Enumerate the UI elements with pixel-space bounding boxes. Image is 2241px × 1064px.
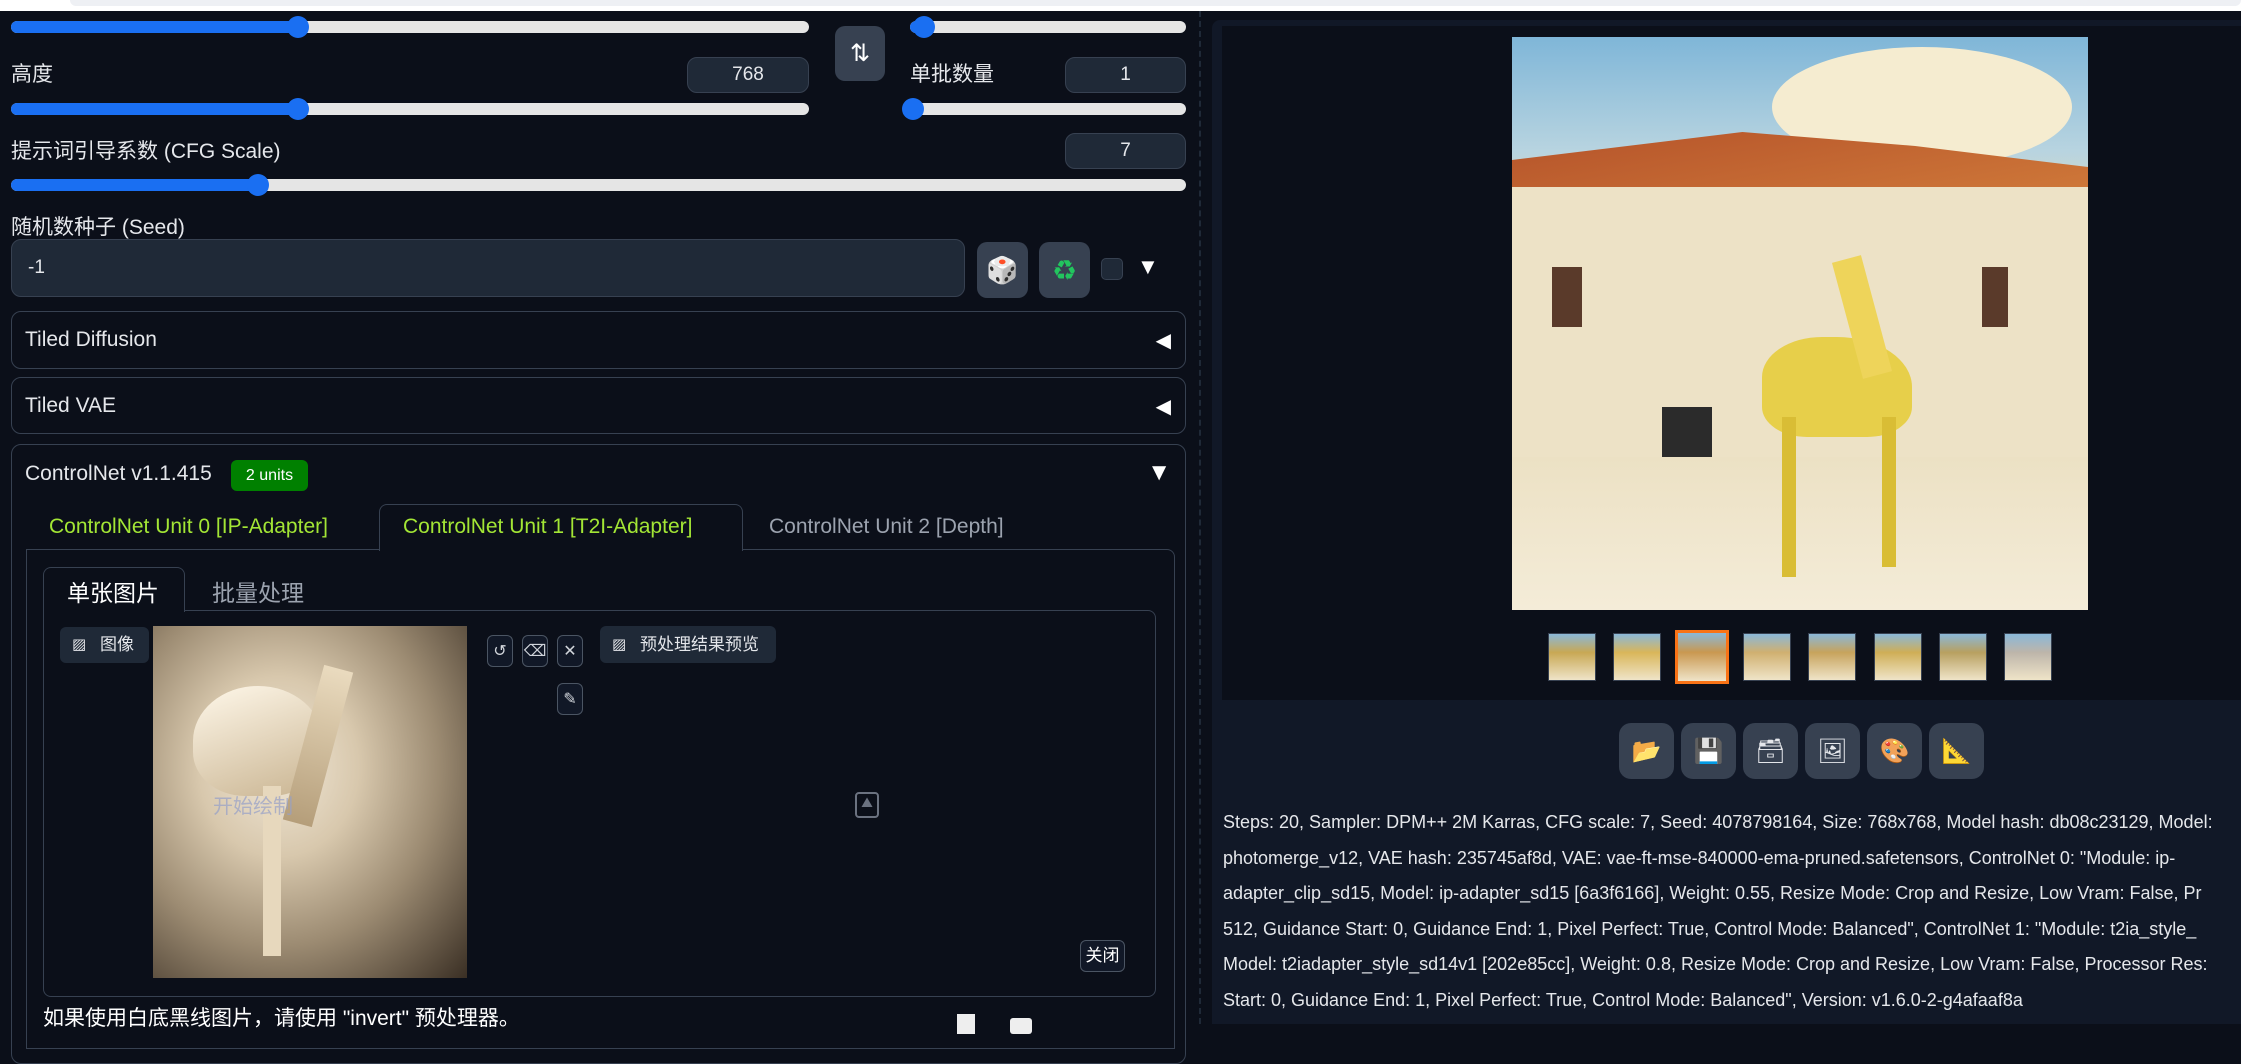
clear-button[interactable]: ✕: [557, 635, 583, 667]
image-button[interactable]: 🖼: [1805, 723, 1860, 779]
info-line: 512, Guidance Start: 0, Guidance End: 1,…: [1223, 918, 2197, 939]
accordion-title: Tiled VAE: [25, 394, 117, 417]
units-badge: 2 units: [231, 460, 308, 491]
eraser-button[interactable]: ⌫: [522, 635, 548, 667]
gallery-thumbnail[interactable]: [1938, 633, 1987, 681]
image-label-text: 图像: [100, 635, 134, 654]
collapse-arrow-icon: ◀: [1155, 330, 1171, 352]
slider-fill: [11, 21, 299, 33]
gallery-thumbnail[interactable]: [1548, 633, 1596, 681]
folder-button[interactable]: 📂: [1619, 723, 1674, 779]
preview-label: ▨ 预处理结果预览: [600, 626, 776, 663]
image-icon: ▨: [72, 636, 87, 653]
generation-info: Steps: 20, Sampler: DPM++ 2M Karras, CFG…: [1223, 805, 2241, 1018]
browser-top-strip: [0, 0, 2241, 11]
info-line: photomerge_v12, VAE hash: 235745af8d, VA…: [1223, 847, 2176, 868]
gallery-thumbnail[interactable]: [1873, 633, 1922, 681]
random-seed-button[interactable]: 🎲: [977, 242, 1028, 298]
slider-thumb[interactable]: [287, 98, 310, 120]
seed-label: 随机数种子 (Seed): [11, 216, 185, 239]
result-image[interactable]: [1512, 37, 2088, 610]
image-icon: 🖼: [1817, 737, 1848, 765]
extra-seed-toggle[interactable]: ▼: [1137, 254, 1159, 280]
extra-seed-checkbox[interactable]: [1101, 258, 1123, 280]
slider-thumb[interactable]: [246, 174, 269, 196]
zip-button[interactable]: 🗃: [1743, 723, 1798, 779]
tab-unit-2[interactable]: ControlNet Unit 2 [Depth]: [769, 515, 1004, 539]
reuse-seed-button[interactable]: ♻: [1039, 242, 1090, 298]
gallery-thumbnail[interactable]: [1743, 633, 1792, 681]
tiled-vae-accordion[interactable]: Tiled VAE ◀: [11, 377, 1186, 434]
recycle-icon: ♻: [1051, 254, 1078, 286]
tab-unit-0[interactable]: ControlNet Unit 0 [IP-Adapter]: [49, 515, 328, 539]
batch-count-slider[interactable]: [910, 16, 1186, 38]
cfg-slider[interactable]: [11, 174, 1186, 196]
palette-button[interactable]: 🎨: [1867, 723, 1922, 779]
cfg-label: 提示词引导系数 (CFG Scale): [11, 140, 281, 163]
seed-input[interactable]: -1: [11, 239, 965, 297]
slider-thumb[interactable]: [901, 98, 924, 120]
zip-icon: 🗃: [1755, 737, 1786, 765]
subtab-batch[interactable]: 批量处理: [212, 574, 304, 608]
info-line: Model: t2iadapter_style_sd14v1 [202e85cc…: [1223, 954, 2208, 974]
slider-fill: [11, 179, 258, 191]
gallery-thumbnail[interactable]: [1675, 630, 1730, 684]
draw-overlay-text[interactable]: 开始绘制: [213, 790, 293, 819]
sculpture-leg: [1882, 417, 1896, 567]
palette-icon: 🎨: [1879, 737, 1910, 765]
height-input[interactable]: 768: [687, 57, 809, 93]
courtyard: [1512, 457, 2088, 610]
panel-divider: [1199, 11, 1201, 1024]
info-line: Start: 0, Guidance End: 1, Pixel Perfect…: [1223, 989, 2023, 1010]
height-slider[interactable]: [11, 98, 809, 120]
brush-button[interactable]: ✎: [557, 683, 583, 715]
save-button[interactable]: 💾: [1681, 723, 1736, 779]
close-preview-button[interactable]: 关闭: [1080, 940, 1125, 972]
image-icon: ▨: [612, 636, 627, 653]
upload-icon[interactable]: [957, 1014, 975, 1034]
control-image[interactable]: 开始绘制: [153, 626, 467, 978]
window: [1982, 267, 2008, 327]
empty-image-icon: ⛰: [855, 792, 879, 818]
ruler-button[interactable]: 📐: [1929, 723, 1984, 779]
gallery-thumbnail[interactable]: [2003, 633, 2052, 681]
collapse-arrow-icon: ◀: [1155, 396, 1171, 418]
invert-hint: 如果使用白底黑线图片，请使用 "invert" 预处理器。: [43, 1007, 520, 1030]
tiled-diffusion-accordion[interactable]: Tiled Diffusion ◀: [11, 311, 1186, 369]
subtab-single-label[interactable]: 单张图片: [67, 574, 159, 608]
save-icon: 💾: [1693, 737, 1724, 765]
batch-size-input[interactable]: 1: [1065, 57, 1186, 93]
tab-unit-1-label[interactable]: ControlNet Unit 1 [T2I-Adapter]: [403, 515, 692, 539]
window: [1552, 267, 1582, 327]
controlnet-title[interactable]: ControlNet v1.1.415: [25, 462, 212, 486]
slider-thumb[interactable]: [912, 16, 935, 38]
info-line: adapter_clip_sd15, Model: ip-adapter_sd1…: [1223, 883, 2202, 903]
dice-icon: 🎲: [986, 254, 1019, 285]
info-line: Steps: 20, Sampler: DPM++ 2M Karras, CFG…: [1223, 812, 2213, 832]
expand-arrow-icon[interactable]: ▼: [1147, 459, 1171, 487]
folder-icon: 📂: [1631, 737, 1662, 765]
image-label: ▨ 图像: [60, 627, 149, 663]
camera-icon[interactable]: [1010, 1018, 1032, 1034]
batch-size-slider[interactable]: [901, 98, 1186, 120]
batch-size-label: 单批数量: [910, 63, 994, 86]
ruler-icon: 📐: [1941, 737, 1972, 765]
swap-dimensions-button[interactable]: ⇅: [835, 26, 885, 81]
height-label: 高度: [11, 63, 53, 86]
cfg-input[interactable]: 7: [1065, 133, 1186, 169]
accordion-title: Tiled Diffusion: [25, 328, 157, 351]
sculpture-leg: [1782, 417, 1796, 577]
undo-button[interactable]: ↺: [487, 635, 513, 667]
preview-label-text: 预处理结果预览: [640, 635, 759, 654]
swap-icon: ⇅: [849, 40, 871, 67]
width-slider[interactable]: [11, 16, 809, 38]
gallery-thumbnail[interactable]: [1613, 633, 1662, 681]
gallery-thumbnail[interactable]: [1808, 633, 1857, 681]
slider-thumb[interactable]: [287, 16, 310, 38]
slider-fill: [11, 103, 299, 115]
